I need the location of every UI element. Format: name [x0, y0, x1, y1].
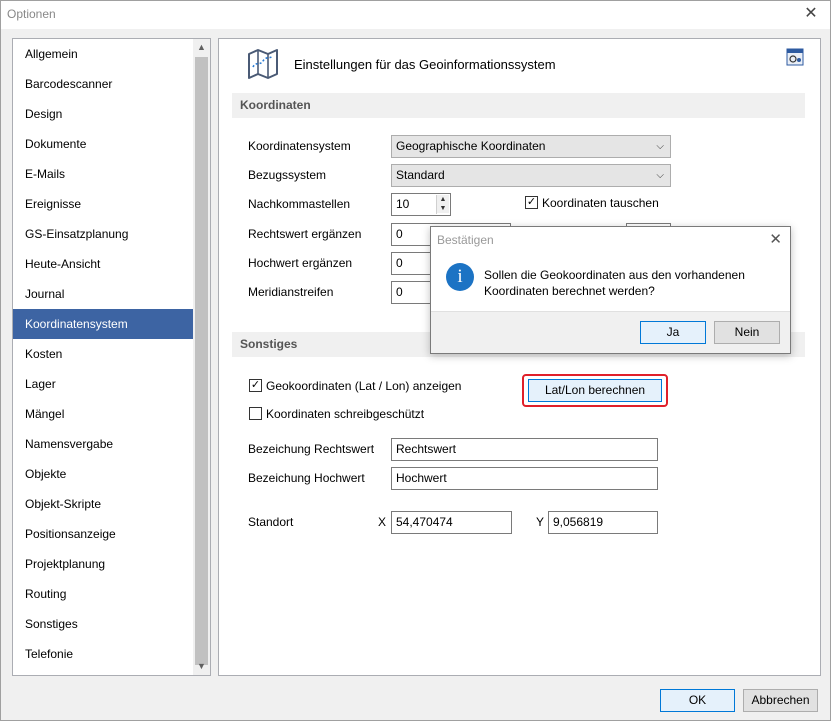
category-list[interactable]: Telefonie Sonstiges Routing Projektplanung P… — [12, 38, 211, 676]
sidebar-item[interactable]: Allgemein — [13, 39, 193, 69]
sidebar-item[interactable]: Kosten — [13, 339, 193, 369]
reference-system-label: Bezugssystem — [248, 168, 327, 182]
sidebar-item[interactable]: Ereignisse — [13, 189, 193, 219]
close-icon[interactable]: ✕ — [769, 230, 782, 248]
sidebar-item[interactable]: Koordinatensystem — [13, 309, 193, 339]
y-input[interactable]: 9,056819 — [548, 511, 658, 534]
chevron-down-icon: ⌵ — [656, 170, 664, 181]
sidebar-item[interactable]: Projektplanung — [13, 549, 193, 579]
easting-add-label: Rechtswert ergänzen — [248, 227, 362, 241]
sidebar-item[interactable]: E-Mails — [13, 159, 193, 189]
sidebar-item[interactable]: Sonstiges — [13, 609, 193, 639]
northing-name-input[interactable]: Hochwert — [391, 467, 658, 490]
sidebar-item[interactable]: Objekte — [13, 459, 193, 489]
y-label: Y — [536, 515, 545, 529]
scroll-up-icon[interactable]: ▲ — [193, 39, 210, 56]
page-title: Einstellungen für das Geoinformationssys… — [294, 57, 556, 72]
decimals-stepper[interactable]: 10 ▲ ▼ — [391, 193, 451, 216]
northing-add-label: Hochwert ergänzen — [248, 256, 353, 270]
settings-user-icon[interactable] — [786, 48, 804, 66]
no-button[interactable]: Nein — [714, 321, 780, 344]
x-input[interactable]: 54,470474 — [391, 511, 512, 534]
close-icon[interactable]: ✕ — [802, 4, 820, 24]
x-label: X — [378, 515, 387, 529]
sidebar-item[interactable]: Barcodescanner — [13, 69, 193, 99]
calc-latlon-button[interactable]: Lat/Lon berechnen — [528, 379, 662, 402]
decimals-label: Nachkommastellen — [248, 197, 351, 211]
sidebar-item[interactable]: Dokumente — [13, 129, 193, 159]
sidebar-item[interactable]: Design — [13, 99, 193, 129]
sidebar-item[interactable]: Namensvergabe — [13, 429, 193, 459]
show-geo-checkbox[interactable]: ✓ — [249, 379, 262, 392]
dialog-footer: Ja Nein — [431, 311, 790, 353]
location-label: Standort — [248, 515, 294, 529]
scroll-down-icon[interactable]: ▼ — [193, 658, 210, 675]
coordinate-system-select[interactable]: Geographische Koordinaten ⌵ — [391, 135, 671, 158]
sidebar-item[interactable]: Lager — [13, 369, 193, 399]
step-down-icon[interactable]: ▼ — [437, 204, 449, 213]
sidebar-item[interactable]: Journal — [13, 279, 193, 309]
dialog-title: Bestätigen — [437, 233, 494, 247]
reference-system-select[interactable]: Standard ⌵ — [391, 164, 671, 187]
scroll-thumb[interactable] — [195, 57, 208, 665]
sidebar-item[interactable]: GS-Einsatzplanung — [13, 219, 193, 249]
meridian-label: Meridianstreifen — [248, 285, 334, 299]
easting-name-input[interactable]: Rechtswert — [391, 438, 658, 461]
dialog-message: Sollen die Geokoordinaten aus den vorhan… — [484, 268, 745, 298]
settings-panel: Einstellungen für das Geoinformationssys… — [218, 38, 821, 676]
scrollbar[interactable]: ▲ ▼ — [193, 39, 210, 675]
coordinate-system-label: Koordinatensystem — [248, 139, 351, 153]
map-icon — [248, 49, 278, 79]
swap-coords-label: Koordinaten tauschen — [542, 196, 659, 210]
sidebar-item[interactable]: Telefonie — [13, 639, 193, 669]
sidebar-item[interactable]: Mängel — [13, 399, 193, 429]
ok-button[interactable]: OK — [660, 689, 735, 712]
chevron-down-icon: ⌵ — [656, 141, 664, 152]
confirm-dialog: Bestätigen ✕ i Sollen die Geokoordinaten… — [430, 226, 791, 354]
stepper-buttons[interactable]: ▲ ▼ — [436, 195, 449, 214]
window-title: Optionen — [7, 7, 56, 21]
northing-name-label: Bezeichung Hochwert — [248, 471, 365, 485]
easting-name-label: Bezeichung Rechtswert — [248, 442, 375, 456]
section-coordinates: Koordinaten — [232, 93, 805, 118]
yes-button[interactable]: Ja — [640, 321, 706, 344]
show-geo-label: Geokoordinaten (Lat / Lon) anzeigen — [266, 379, 462, 393]
sidebar-item[interactable]: Heute-Ansicht — [13, 249, 193, 279]
reference-system-value: Standard — [396, 168, 445, 182]
readonly-checkbox[interactable] — [249, 407, 262, 420]
sidebar-item[interactable]: Positionsanzeige — [13, 519, 193, 549]
step-up-icon[interactable]: ▲ — [437, 195, 449, 204]
cancel-button[interactable]: Abbrechen — [743, 689, 818, 712]
options-window: Optionen ✕ Telefonie Sonstiges Routing Proj… — [0, 0, 831, 721]
decimals-value: 10 — [396, 197, 410, 211]
swap-coords-checkbox[interactable]: ✓ — [525, 196, 538, 209]
readonly-label: Koordinaten schreibgeschützt — [266, 407, 425, 421]
info-icon: i — [446, 263, 474, 291]
sidebar-item[interactable]: Routing — [13, 579, 193, 609]
sidebar-item[interactable]: Objekt-Skripte — [13, 489, 193, 519]
title-bar: Optionen ✕ — [1, 1, 830, 29]
coordinate-system-value: Geographische Koordinaten — [396, 139, 546, 153]
